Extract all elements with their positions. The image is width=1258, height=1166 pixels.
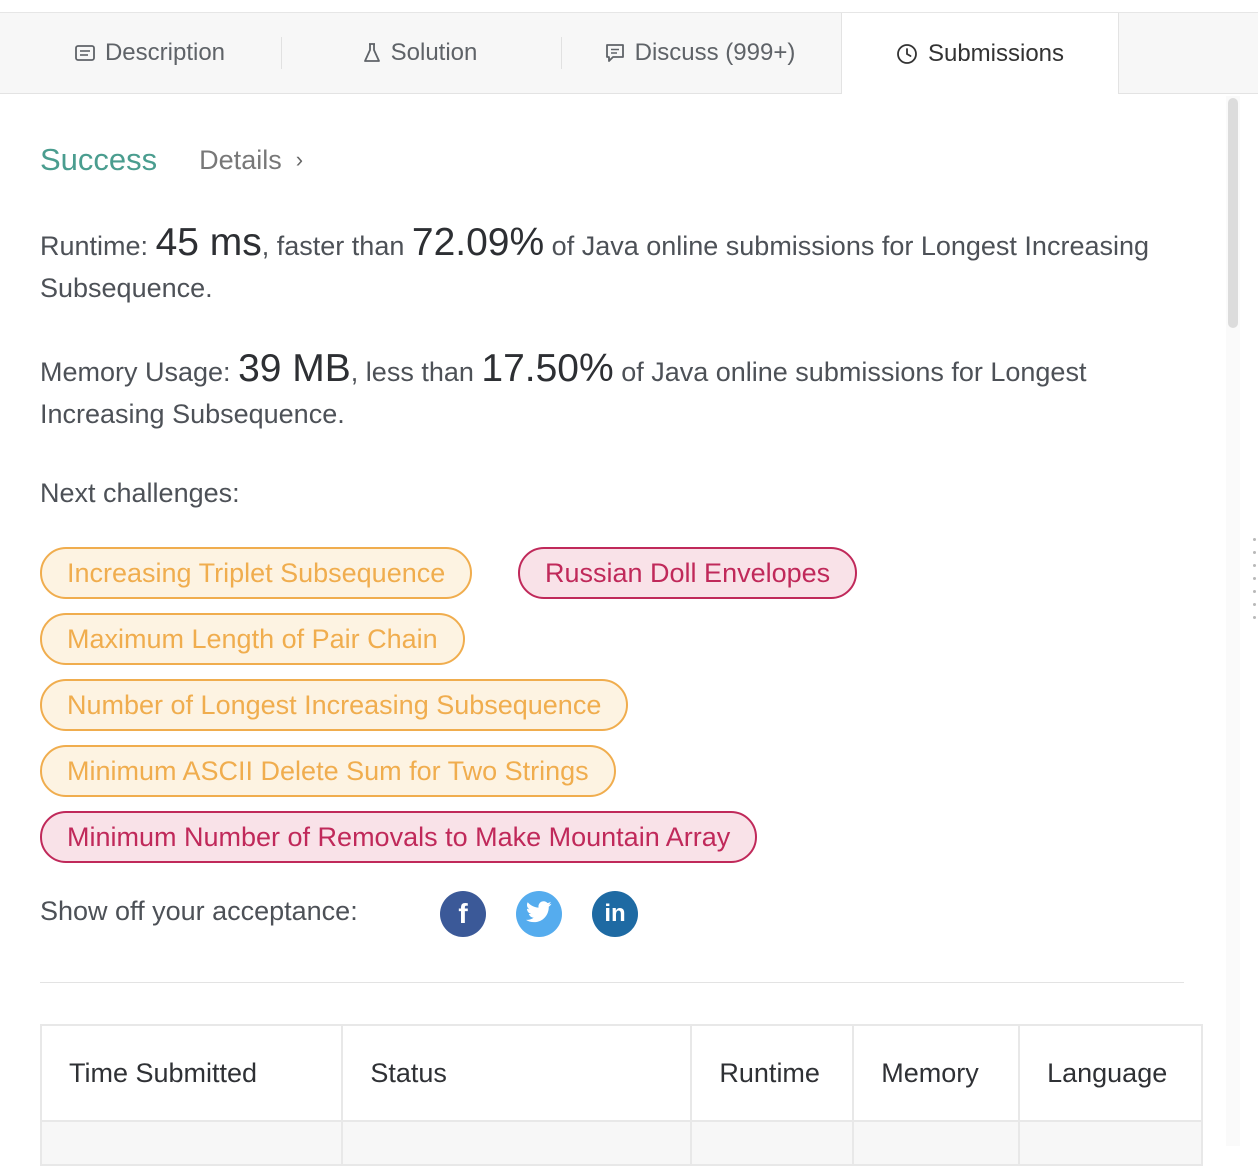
share-label: Show off your acceptance: — [40, 896, 358, 926]
runtime-comparison: , faster than — [261, 231, 405, 261]
challenge-chip[interactable]: Minimum Number of Removals to Make Mount… — [40, 811, 758, 863]
memory-comparison: , less than — [350, 357, 474, 387]
column-header-language[interactable]: Language — [1018, 1024, 1203, 1122]
tab-description-label: Description — [104, 39, 226, 66]
challenge-chip[interactable]: Maximum Length of Pair Chain — [40, 613, 465, 665]
tab-bar: Description Solution Discuss (999+) Subm… — [0, 13, 1258, 94]
linkedin-icon: in — [604, 900, 626, 927]
details-label: Details — [199, 144, 282, 175]
column-header-memory[interactable]: Memory — [852, 1024, 1021, 1122]
table-cell — [39, 1120, 344, 1166]
challenge-chip[interactable]: Russian Doll Envelopes — [518, 547, 858, 599]
facebook-share-button[interactable]: f — [440, 891, 486, 937]
result-header: Success Details › — [40, 140, 303, 180]
description-icon — [75, 45, 95, 61]
runtime-percent: 72.09% — [411, 221, 545, 264]
table-cell — [852, 1120, 1021, 1166]
tab-solution[interactable]: Solution — [320, 13, 520, 93]
tab-separator — [561, 37, 562, 69]
memory-value: 39 MB — [238, 347, 351, 390]
tab-submissions[interactable]: Submissions — [841, 13, 1119, 94]
table-row[interactable] — [39, 1120, 1203, 1166]
runtime-label: Runtime: — [40, 231, 149, 261]
twitter-icon — [525, 900, 552, 928]
twitter-share-button[interactable] — [516, 891, 562, 937]
tab-description[interactable]: Description — [40, 13, 260, 93]
runtime-value: 45 ms — [155, 221, 262, 264]
memory-summary: Memory Usage: 39 MB, less than 17.50% of… — [40, 348, 1190, 435]
memory-percent: 17.50% — [481, 347, 614, 390]
tab-separator — [281, 37, 282, 69]
challenge-chip[interactable]: Number of Longest Increasing Subsequence — [40, 679, 629, 731]
comment-icon — [605, 43, 625, 63]
flask-icon — [363, 43, 381, 63]
table-cell — [341, 1120, 693, 1166]
memory-label: Memory Usage: — [40, 357, 231, 387]
chevron-right-icon: › — [295, 147, 304, 172]
submissions-table: Time Submitted Status Runtime Memory Lan… — [39, 1024, 1203, 1166]
runtime-summary: Runtime: 45 ms, faster than 72.09% of Ja… — [40, 222, 1190, 309]
next-challenges-label: Next challenges: — [40, 478, 240, 508]
table-cell — [690, 1120, 855, 1166]
status-success: Success — [40, 142, 158, 177]
column-header-time-submitted[interactable]: Time Submitted — [39, 1024, 344, 1122]
scrollbar-thumb[interactable] — [1228, 98, 1238, 328]
linkedin-share-button[interactable]: in — [592, 891, 638, 937]
section-divider — [40, 982, 1184, 983]
table-cell — [1018, 1120, 1203, 1166]
clock-icon — [896, 43, 918, 65]
tab-submissions-label: Submissions — [927, 39, 1065, 67]
column-header-status[interactable]: Status — [341, 1024, 693, 1122]
facebook-icon: f — [458, 898, 468, 929]
challenge-chip[interactable]: Minimum ASCII Delete Sum for Two Strings — [40, 745, 616, 797]
table-header-row: Time Submitted Status Runtime Memory Lan… — [39, 1024, 1203, 1122]
tab-discuss-label: Discuss (999+) — [634, 39, 796, 66]
tab-discuss[interactable]: Discuss (999+) — [580, 13, 820, 93]
tab-solution-label: Solution — [390, 39, 478, 66]
details-link[interactable]: Details › — [199, 145, 303, 176]
column-header-runtime[interactable]: Runtime — [690, 1024, 855, 1122]
resize-handle[interactable] — [1252, 538, 1258, 630]
challenge-chip[interactable]: Increasing Triplet Subsequence — [40, 547, 473, 599]
